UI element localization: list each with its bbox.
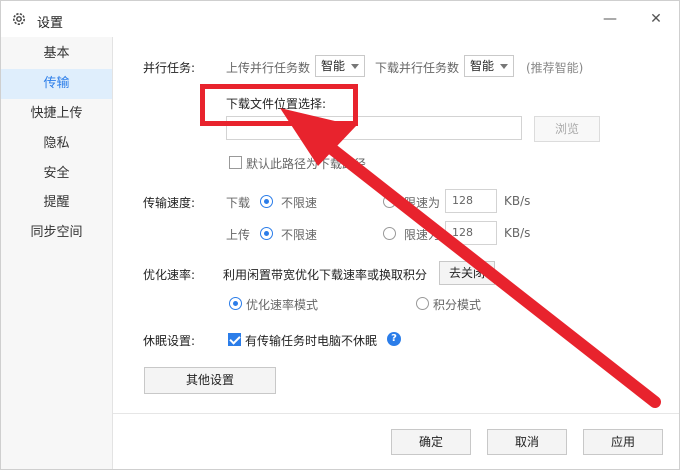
default-path-checkbox[interactable] [229,156,242,169]
chevron-down-icon [500,64,508,69]
apply-button[interactable]: 应用 [583,429,663,455]
settings-sidebar: 基本 传输 快捷上传 隐私 安全 提醒 同步空间 [1,37,113,469]
sidebar-item-transfer[interactable]: 传输 [1,69,112,99]
sidebar-item-privacy[interactable]: 隐私 [1,129,112,159]
question-icon[interactable]: ? [387,332,401,346]
sidebar-item-quick-upload[interactable]: 快捷上传 [1,99,112,129]
download-speed-label: 下载 [226,196,251,210]
other-settings-button[interactable]: 其他设置 [144,367,276,394]
download-parallel-value: 智能 [470,59,495,73]
optimize-speed-radio[interactable] [229,297,242,310]
upload-unit: KB/s [504,226,531,240]
no-sleep-label: 有传输任务时电脑不休眠 [245,334,378,348]
highlight-box [200,84,358,126]
upload-limit-radio[interactable] [383,227,396,240]
sidebar-item-security[interactable]: 安全 [1,159,112,189]
close-button[interactable]: ✕ [633,1,679,37]
sidebar-item-basic[interactable]: 基本 [1,39,112,69]
download-unlimited-label: 不限速 [281,196,318,210]
window-title: 设置 [37,16,64,31]
settings-window: 设置 — ✕ 基本 传输 快捷上传 隐私 安全 提醒 同步空间 并行任务: 上传… [0,0,680,470]
upload-limit-input[interactable]: 128 [445,221,497,245]
upload-unlimited-radio[interactable] [260,227,273,240]
upload-parallel-value: 智能 [321,59,346,73]
optimize-description: 利用闲置带宽优化下载速率或换取积分 [223,268,428,282]
minimize-button[interactable]: — [587,1,633,37]
points-mode-radio[interactable] [416,297,429,310]
download-unlimited-radio[interactable] [260,195,273,208]
sidebar-item-reminder[interactable]: 提醒 [1,188,112,218]
sleep-label: 休眠设置: [143,334,196,348]
upload-speed-label: 上传 [226,228,251,242]
download-unit: KB/s [504,194,531,208]
sidebar-item-sync-space[interactable]: 同步空间 [1,218,112,248]
points-mode-label: 积分模式 [433,298,482,312]
chevron-down-icon [351,64,359,69]
no-sleep-checkbox[interactable] [228,333,241,346]
parallel-hint: (推荐智能) [526,61,584,75]
disable-optimize-button[interactable]: 去关闭 [439,261,495,285]
upload-limit-label: 限速为 [404,228,441,242]
gear-icon [11,11,27,27]
cancel-button[interactable]: 取消 [487,429,567,455]
upload-parallel-label: 上传并行任务数 [226,61,311,75]
ok-button[interactable]: 确定 [391,429,471,455]
download-limit-input[interactable]: 128 [445,189,497,213]
optimize-speed-label: 优化速率模式 [246,298,319,312]
optimize-label: 优化速率: [143,268,196,282]
browse-button[interactable]: 浏览 [534,116,600,142]
title-bar: 设置 — ✕ [1,1,679,37]
upload-unlimited-label: 不限速 [281,228,318,242]
default-path-label: 默认此路径为下载路径 [246,157,367,171]
download-parallel-select[interactable]: 智能 [464,55,514,77]
footer-divider [113,413,679,414]
transfer-speed-label: 传输速度: [143,196,196,210]
download-limit-radio[interactable] [383,195,396,208]
download-parallel-label: 下载并行任务数 [375,61,460,75]
download-limit-label: 限速为 [404,196,441,210]
parallel-tasks-label: 并行任务: [143,61,196,75]
upload-parallel-select[interactable]: 智能 [315,55,365,77]
